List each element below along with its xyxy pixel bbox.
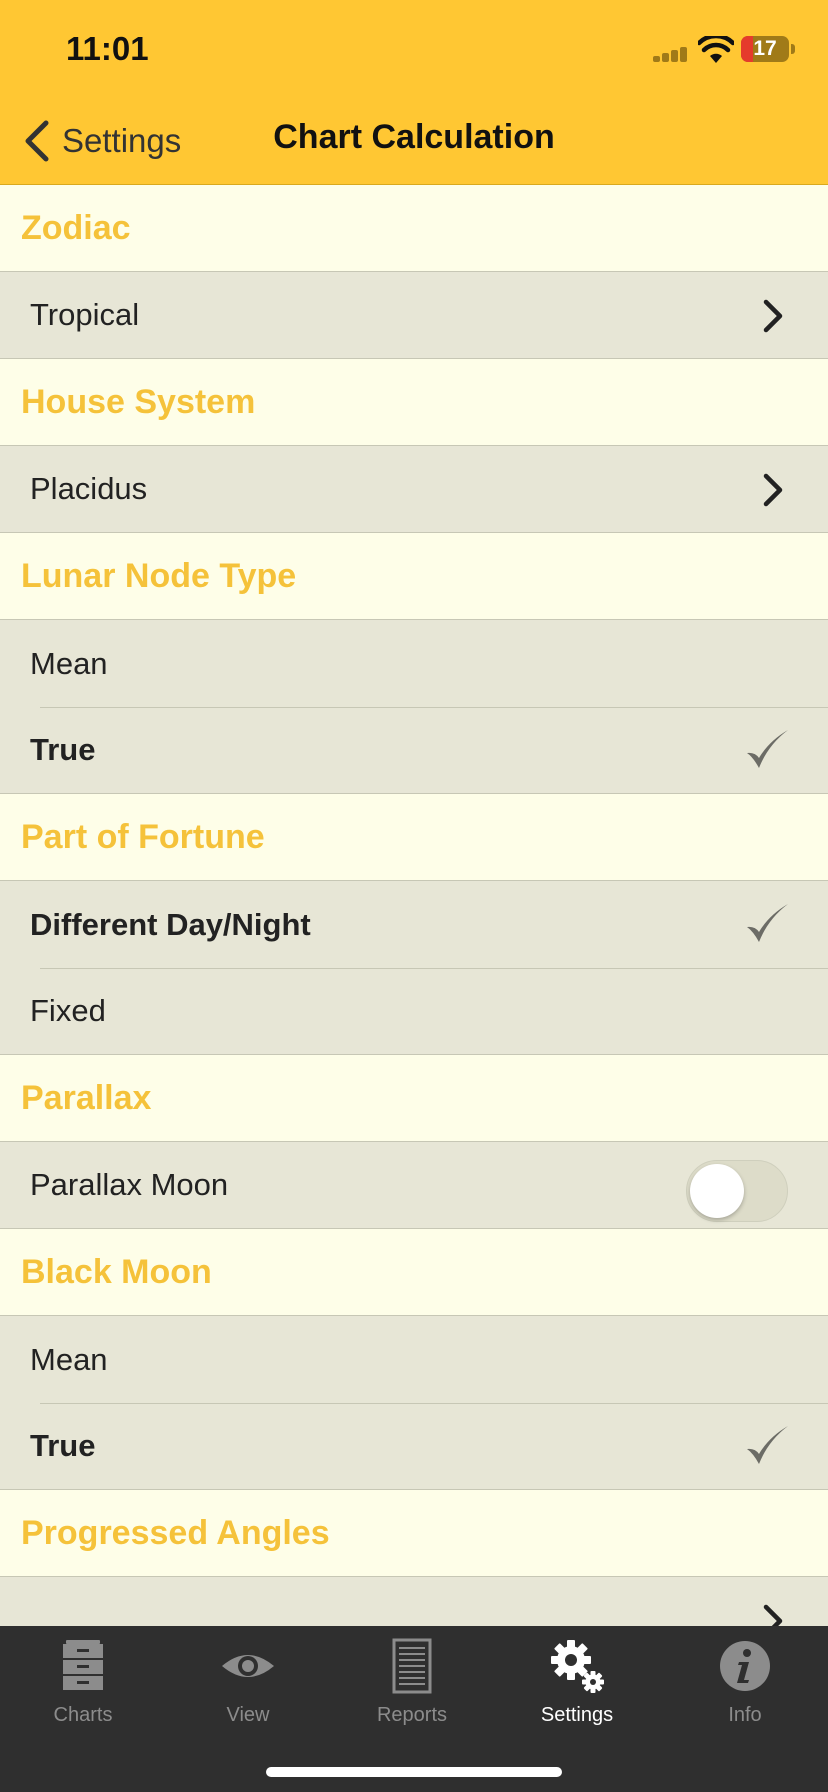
toggle-knob: [690, 1164, 744, 1218]
cellular-signal-icon: [653, 46, 689, 62]
header-bar: 11:01 17 Settings Chart Calculation: [0, 0, 828, 185]
tab-settings[interactable]: Settings: [502, 1636, 652, 1746]
section-title: Zodiac: [21, 208, 131, 247]
battery-tip: [791, 44, 795, 54]
screen: 11:01 17 Settings Chart Calculation Zodi…: [0, 0, 828, 1792]
row-label: Mean: [30, 645, 108, 681]
tab-label: Charts: [53, 1704, 113, 1726]
row-lunar-node-mean[interactable]: Mean: [0, 620, 828, 707]
parallax-moon-toggle[interactable]: [686, 1160, 788, 1222]
checkmark-icon: [747, 904, 788, 942]
tab-info[interactable]: Info: [670, 1636, 820, 1746]
section-header-zodiac: Zodiac: [0, 185, 828, 272]
section-title: Parallax: [21, 1078, 152, 1117]
section-title: Part of Fortune: [21, 817, 265, 856]
row-fortune-different-day-night[interactable]: Different Day/Night: [0, 881, 828, 968]
chevron-right-icon: [763, 473, 783, 507]
document-icon: [392, 1638, 432, 1694]
row-zodiac-tropical[interactable]: Tropical: [0, 272, 828, 359]
tab-label: Settings: [540, 1704, 614, 1726]
chevron-right-icon: [763, 299, 783, 333]
info-icon: [720, 1641, 770, 1691]
section-title: Progressed Angles: [21, 1513, 330, 1552]
row-label: True: [30, 732, 96, 767]
row-parallax-moon: Parallax Moon: [0, 1142, 828, 1229]
section-title: Lunar Node Type: [21, 556, 297, 595]
tab-charts[interactable]: Charts: [8, 1636, 158, 1746]
tab-label: View: [226, 1704, 270, 1726]
gears-icon: [551, 1640, 604, 1693]
tab-view[interactable]: View: [173, 1636, 323, 1746]
battery-level: 17: [753, 37, 777, 60]
settings-list: Zodiac Tropical House System Placidus Lu…: [0, 185, 828, 1664]
section-title: House System: [21, 382, 256, 421]
row-divider: [40, 707, 828, 708]
home-indicator[interactable]: [266, 1767, 562, 1777]
row-label: Fixed: [30, 993, 106, 1028]
row-divider: [40, 1403, 828, 1404]
tab-label: Info: [728, 1704, 762, 1726]
section-title: Black Moon: [21, 1252, 212, 1291]
section-header-black-moon: Black Moon: [0, 1229, 828, 1316]
tab-reports[interactable]: Reports: [337, 1636, 487, 1746]
wifi-icon: [698, 36, 734, 63]
status-time: 11:01: [66, 30, 149, 67]
section-header-house-system: House System: [0, 359, 828, 446]
cabinet-icon: [63, 1640, 103, 1690]
row-label: Placidus: [30, 471, 148, 506]
row-lunar-node-true[interactable]: True: [0, 707, 828, 794]
row-label: Tropical: [30, 297, 140, 332]
page-title: Chart Calculation: [273, 118, 555, 156]
row-divider: [40, 968, 828, 969]
row-label: True: [30, 1428, 96, 1463]
row-fortune-fixed[interactable]: Fixed: [0, 968, 828, 1055]
row-label: Different Day/Night: [30, 906, 311, 942]
tab-label: Reports: [376, 1704, 448, 1726]
section-header-lunar-node-type: Lunar Node Type: [0, 533, 828, 620]
checkmark-icon: [747, 730, 788, 768]
row-house-placidus[interactable]: Placidus: [0, 446, 828, 533]
battery-icon: 17: [741, 36, 789, 62]
section-header-part-of-fortune: Part of Fortune: [0, 794, 828, 881]
row-label: Parallax Moon: [30, 1167, 229, 1202]
row-black-moon-mean[interactable]: Mean: [0, 1316, 828, 1403]
row-black-moon-true[interactable]: True: [0, 1403, 828, 1490]
section-header-progressed-angles: Progressed Angles: [0, 1490, 828, 1577]
checkmark-icon: [747, 1426, 788, 1464]
eye-icon: [222, 1655, 274, 1677]
row-label: Mean: [30, 1341, 108, 1377]
section-header-parallax: Parallax: [0, 1055, 828, 1142]
